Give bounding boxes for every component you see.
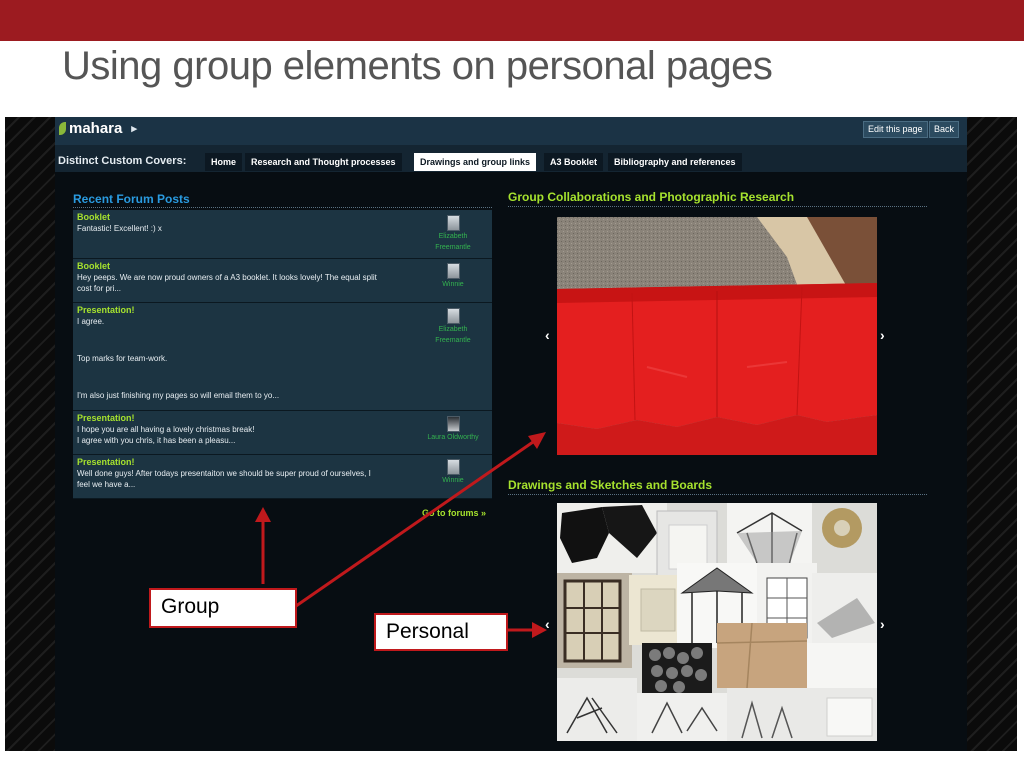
annotation-arrows	[255, 432, 547, 638]
group-diagonal-arrow-head	[528, 432, 546, 449]
group-diagonal-arrow-shaft	[295, 440, 534, 608]
personal-annotation-box: Personal	[374, 613, 508, 651]
personal-arrow-head	[532, 622, 547, 638]
group-annotation-box: Group	[149, 588, 297, 628]
group-up-arrow-head	[255, 507, 271, 522]
